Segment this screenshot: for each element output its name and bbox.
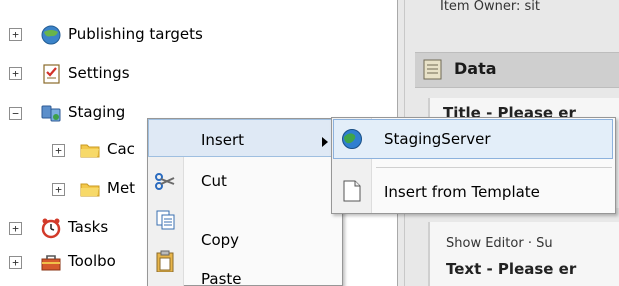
tree-item-toolbox[interactable]: Toolbo bbox=[68, 252, 116, 270]
staging-servers-icon bbox=[41, 105, 61, 122]
tree-item-cache[interactable]: Cac bbox=[107, 140, 135, 158]
menu-item-cut[interactable] bbox=[148, 162, 342, 200]
expand-toggle-cache[interactable]: + bbox=[52, 144, 65, 157]
menu-item-cut-label: Cut bbox=[201, 172, 227, 190]
expand-toggle-metadata[interactable]: + bbox=[52, 183, 65, 196]
item-owner-text: Item Owner: sit bbox=[440, 0, 540, 10]
menu-item-copy[interactable] bbox=[148, 202, 342, 240]
globe-publishing-icon bbox=[41, 25, 61, 45]
menu-item-paste[interactable] bbox=[148, 241, 342, 286]
tree-item-tasks[interactable]: Tasks bbox=[68, 218, 108, 236]
submenu-arrow-icon bbox=[322, 137, 328, 147]
show-editor-link[interactable]: Show Editor · Su bbox=[446, 236, 553, 251]
folder-icon bbox=[80, 144, 100, 158]
menu-item-insert[interactable] bbox=[148, 119, 342, 157]
tree-item-publishing-targets[interactable]: Publishing targets bbox=[68, 25, 203, 43]
tree-item-settings[interactable]: Settings bbox=[68, 64, 130, 82]
paste-icon bbox=[156, 250, 174, 272]
copy-icon bbox=[156, 210, 175, 230]
alarm-clock-icon bbox=[41, 218, 61, 239]
globe-icon bbox=[342, 129, 362, 149]
collapse-toggle-staging[interactable]: − bbox=[9, 107, 22, 120]
folder-icon bbox=[80, 183, 100, 197]
blank-page-icon bbox=[343, 180, 361, 202]
tree-item-staging[interactable]: Staging bbox=[68, 103, 125, 121]
data-section-icon bbox=[423, 59, 442, 80]
tree-item-metadata[interactable]: Met bbox=[107, 179, 135, 197]
toolbox-icon bbox=[41, 255, 61, 271]
settings-checklist-icon bbox=[43, 64, 60, 84]
menu-item-insert-label: Insert bbox=[201, 131, 245, 149]
text-field-label: Text - Please er bbox=[446, 260, 577, 278]
expand-toggle-publishing-targets[interactable]: + bbox=[9, 28, 22, 41]
submenu-item-insert-from-template-label: Insert from Template bbox=[384, 183, 540, 201]
data-section-title: Data bbox=[454, 59, 497, 78]
submenu-item-stagingserver-label: StagingServer bbox=[384, 130, 491, 148]
submenu-separator bbox=[376, 167, 612, 168]
expand-toggle-tasks[interactable]: + bbox=[9, 222, 22, 235]
data-section-header[interactable] bbox=[415, 52, 619, 88]
scissors-icon bbox=[155, 173, 175, 190]
expand-toggle-settings[interactable]: + bbox=[9, 67, 22, 80]
expand-toggle-toolbox[interactable]: + bbox=[9, 256, 22, 269]
menu-item-paste-label: Paste bbox=[201, 270, 242, 286]
